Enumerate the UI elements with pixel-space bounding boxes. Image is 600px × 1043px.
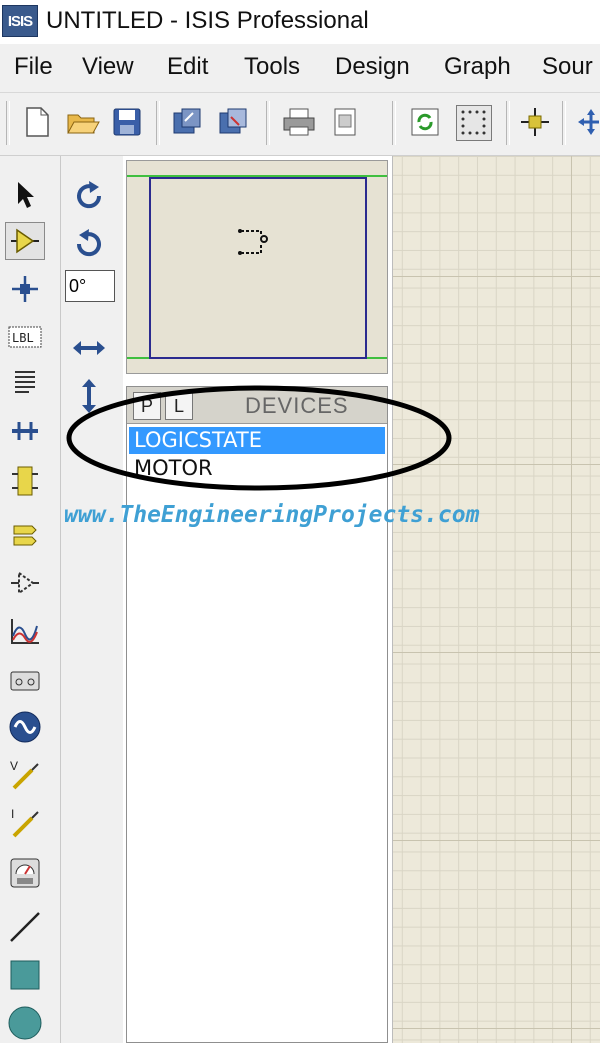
window-title: UNTITLED - ISIS Professional (46, 7, 369, 34)
origin-icon[interactable] (518, 105, 552, 139)
box-icon[interactable] (5, 956, 45, 994)
grid-toggle-icon[interactable] (456, 105, 492, 141)
title-bar: ISIS UNTITLED - ISIS Professional (0, 0, 600, 42)
tape-recorder-icon[interactable] (5, 662, 45, 700)
menu-graph[interactable]: Graph (444, 53, 511, 81)
text-script-icon[interactable] (5, 364, 45, 402)
app-icon[interactable]: ISIS (2, 5, 38, 37)
mode-toolbar: LBL V I (0, 156, 61, 1043)
watermark-text: www.TheEngineeringProjects.com (64, 502, 480, 528)
svg-text:LBL: LBL (12, 331, 34, 345)
overview-window[interactable] (126, 160, 388, 374)
rotate-anticlockwise-icon[interactable] (69, 226, 109, 262)
subcircuit-icon[interactable] (5, 462, 45, 500)
menu-file[interactable]: File (14, 53, 53, 81)
terminals-icon[interactable] (5, 516, 45, 554)
import-section-icon[interactable] (170, 105, 204, 139)
pan-icon[interactable] (574, 105, 600, 139)
toolbar (0, 93, 600, 156)
new-file-icon[interactable] (20, 105, 54, 139)
current-probe-icon[interactable]: I (5, 804, 45, 842)
open-folder-icon[interactable] (66, 105, 100, 139)
refresh-icon[interactable] (408, 105, 442, 139)
save-icon[interactable] (110, 105, 144, 139)
menu-source[interactable]: Sour (542, 53, 593, 81)
print-icon[interactable] (282, 105, 316, 139)
print-preview-icon[interactable] (328, 105, 362, 139)
voltage-probe-icon[interactable]: V (5, 756, 45, 794)
svg-text:V: V (10, 759, 18, 773)
rotate-clockwise-icon[interactable] (69, 178, 109, 214)
logicstate-preview-symbol (233, 223, 273, 268)
selection-mode-icon[interactable] (5, 176, 45, 214)
menu-design[interactable]: Design (335, 53, 410, 81)
mirror-horizontal-icon[interactable] (69, 330, 109, 366)
device-pins-icon[interactable] (5, 564, 45, 602)
junction-dot-icon[interactable] (5, 270, 45, 308)
export-section-icon[interactable] (216, 105, 250, 139)
circle-icon[interactable] (5, 1004, 45, 1042)
menu-tools[interactable]: Tools (244, 53, 300, 81)
graph-icon[interactable] (5, 612, 45, 650)
schematic-canvas[interactable] (392, 156, 600, 1043)
highlight-ellipse (66, 385, 452, 491)
overview-sheet-border (149, 177, 367, 359)
orientation-toolbar (61, 156, 123, 1043)
component-mode-icon[interactable] (5, 222, 45, 260)
generator-icon[interactable] (5, 708, 45, 746)
svg-text:I: I (11, 807, 14, 821)
wire-label-icon[interactable]: LBL (5, 318, 45, 356)
line-icon[interactable] (5, 908, 45, 946)
menu-view[interactable]: View (82, 53, 134, 81)
virtual-instruments-icon[interactable] (5, 854, 45, 892)
menu-bar: File View Edit Tools Design Graph Sour (0, 44, 600, 93)
menu-edit[interactable]: Edit (167, 53, 208, 81)
rotation-angle-field[interactable] (65, 270, 115, 302)
buses-icon[interactable] (5, 412, 45, 450)
